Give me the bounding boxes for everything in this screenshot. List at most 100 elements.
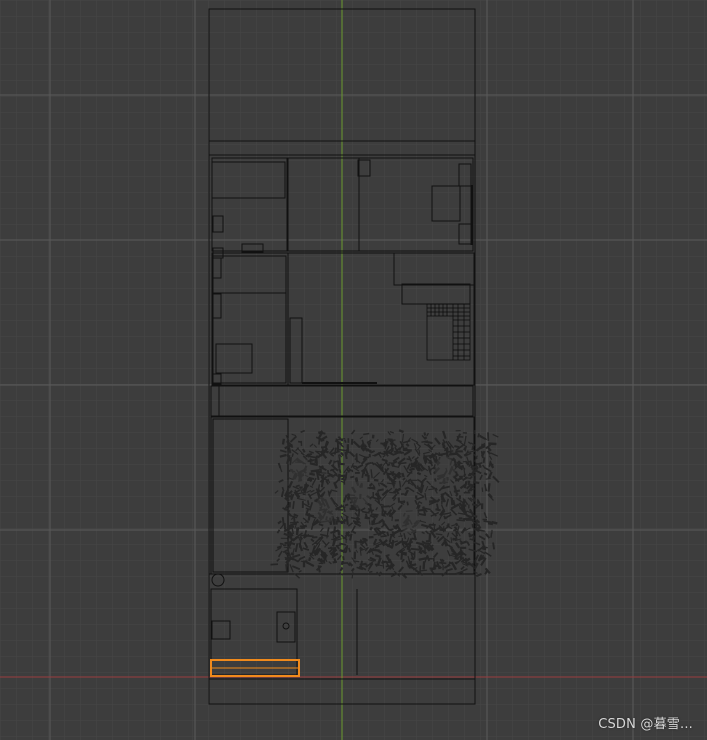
foliage-stroke xyxy=(376,527,381,530)
foliage-stroke xyxy=(363,432,370,436)
foliage-stroke xyxy=(308,557,312,562)
foliage-stroke xyxy=(491,520,498,525)
minor-grid xyxy=(0,0,707,740)
foliage-stroke xyxy=(422,561,426,570)
foliage-stroke xyxy=(471,445,475,451)
foliage-stroke xyxy=(420,569,428,572)
foliage-stroke xyxy=(364,513,368,519)
foliage-stroke xyxy=(290,552,295,556)
foliage-stroke xyxy=(345,516,349,525)
foliage-stroke xyxy=(468,460,473,466)
foliage-stroke xyxy=(416,471,422,476)
foliage-stroke xyxy=(473,474,475,482)
foliage-stroke xyxy=(483,472,488,476)
foliage-stroke xyxy=(471,503,478,507)
foliage-stroke xyxy=(481,443,486,447)
foliage-stroke xyxy=(454,445,460,449)
foliage-stroke xyxy=(333,526,337,534)
foliage-stroke xyxy=(376,496,382,500)
foliage-stroke xyxy=(402,448,412,452)
foliage-stroke xyxy=(350,475,355,479)
foliage-stroke xyxy=(481,546,487,551)
foliage-stroke xyxy=(280,491,285,498)
foliage-stroke xyxy=(368,520,371,525)
foliage-gap xyxy=(350,481,370,509)
foliage-stroke xyxy=(279,542,284,546)
foliage-stroke xyxy=(341,477,347,481)
foliage-stroke xyxy=(342,506,346,508)
watermark-text: CSDN @暮雪... xyxy=(598,717,693,732)
foliage-stroke xyxy=(442,442,445,449)
foliage-stroke xyxy=(391,516,394,522)
foliage-stroke xyxy=(400,553,403,560)
foliage-stroke xyxy=(369,526,374,531)
foliage-stroke xyxy=(306,500,310,506)
foliage-stroke xyxy=(361,442,365,447)
foliage-stroke xyxy=(444,542,448,547)
foliage-stroke xyxy=(343,439,347,444)
foliage-stroke xyxy=(433,478,437,482)
foliage-stroke xyxy=(385,554,390,557)
3d-viewport[interactable]: CSDN @暮雪... xyxy=(0,0,707,740)
foliage-stroke xyxy=(364,473,369,477)
foliage-stroke xyxy=(369,570,373,573)
foliage-stroke xyxy=(487,483,491,492)
foliage-stroke xyxy=(398,429,404,433)
foliage-stroke xyxy=(482,457,486,464)
foliage-stroke xyxy=(352,465,357,468)
foliage-stroke xyxy=(406,458,410,461)
foliage-stroke xyxy=(349,533,353,541)
foliage-gap xyxy=(290,456,310,484)
foliage-stroke xyxy=(423,436,428,440)
foliage-stroke xyxy=(473,481,480,485)
foliage-stroke xyxy=(377,488,384,492)
foliage-stroke xyxy=(281,516,285,526)
foliage-stroke xyxy=(332,539,336,545)
foliage-stroke xyxy=(428,533,432,542)
foliage-stroke xyxy=(327,527,330,532)
foliage-gap xyxy=(435,456,455,484)
foliage-stroke xyxy=(474,561,477,565)
foliage-stroke xyxy=(373,478,379,482)
foliage-stroke xyxy=(484,487,487,492)
foliage-stroke xyxy=(281,438,286,445)
foliage-stroke xyxy=(409,467,415,472)
foliage-stroke xyxy=(406,501,409,506)
foliage-stroke xyxy=(381,560,387,564)
foliage-stroke xyxy=(344,503,349,507)
foliage-stroke xyxy=(318,523,324,527)
foliage-stroke xyxy=(342,556,345,561)
foliage-stroke xyxy=(300,534,307,537)
foliage-stroke xyxy=(340,560,345,566)
foliage-stroke xyxy=(454,556,459,561)
foliage-stroke xyxy=(372,514,378,519)
foliage-stroke xyxy=(391,539,395,547)
foliage-stroke xyxy=(463,473,467,478)
foliage-stroke xyxy=(467,460,470,466)
foliage-stroke xyxy=(317,565,321,573)
foliage-stroke xyxy=(318,439,321,445)
foliage-stroke xyxy=(402,543,405,548)
foliage-stroke xyxy=(360,562,367,566)
foliage-stroke xyxy=(318,431,326,435)
foliage-stroke xyxy=(428,499,437,503)
foliage-stroke xyxy=(410,547,420,551)
foliage-stroke xyxy=(419,565,422,574)
foliage-stroke xyxy=(362,537,367,541)
foliage-stroke xyxy=(361,469,366,473)
foliage-stroke xyxy=(333,558,337,564)
foliage-stroke xyxy=(470,464,474,469)
foliage-stroke xyxy=(477,433,480,438)
foliage-stroke xyxy=(355,454,358,461)
foliage-stroke xyxy=(481,487,484,492)
foliage-stroke xyxy=(368,441,372,448)
foliage-stroke xyxy=(471,514,478,518)
foliage-stroke xyxy=(342,536,347,540)
foliage-stroke xyxy=(385,561,392,564)
foliage-stroke xyxy=(303,483,307,492)
foliage-stroke xyxy=(287,447,292,454)
foliage-stroke xyxy=(404,486,409,490)
foliage-stroke xyxy=(384,439,387,448)
foliage-stroke xyxy=(408,471,413,474)
foliage-stroke xyxy=(440,558,445,563)
